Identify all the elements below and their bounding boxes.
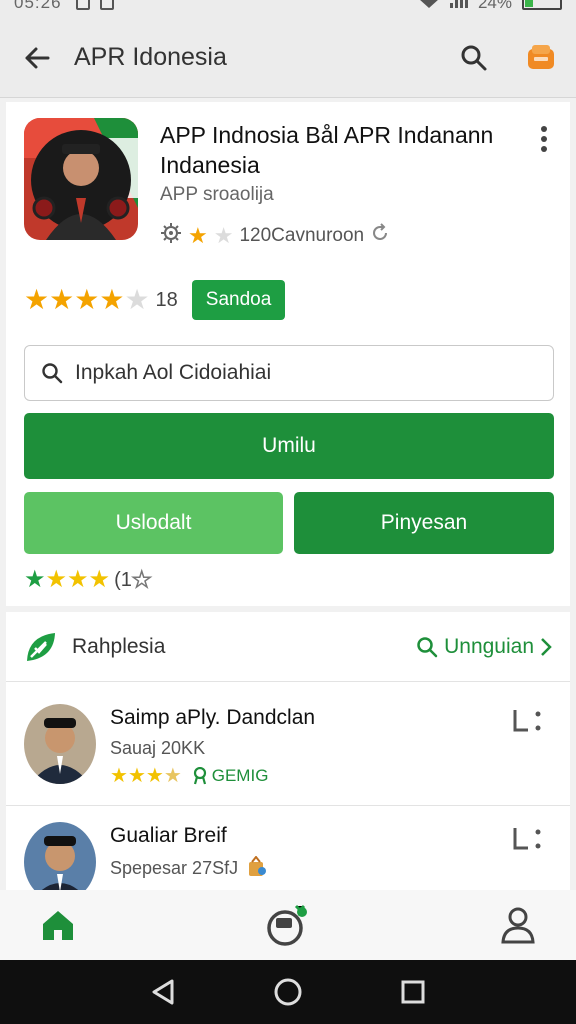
star-icon: ★: [88, 566, 111, 593]
refresh-icon: [370, 223, 390, 249]
chevron-right-icon: [541, 637, 552, 656]
triangle-back-icon: [152, 979, 174, 1005]
circle-home-icon: [274, 978, 302, 1006]
search-icon: [417, 636, 438, 657]
star-half-icon: ★: [163, 765, 182, 787]
dot-icon: [541, 136, 547, 142]
star-icon: ★: [45, 566, 68, 593]
signal-icon: [449, 0, 468, 13]
status-bar: 05:26 24%: [0, 0, 576, 18]
star-icon: ★: [24, 566, 46, 593]
star-icon: ★: [127, 765, 146, 787]
app-title: APP Indnosia Bål APR Indanann Indanesia: [160, 122, 494, 178]
arrow-back-icon: [25, 47, 50, 68]
notification-icon: [99, 0, 114, 10]
system-home-button[interactable]: [266, 970, 310, 1014]
package-icon: [249, 855, 267, 876]
item-subtitle: Sauaj 20KK: [110, 738, 206, 758]
wifi-icon: [418, 0, 440, 13]
page-title: APR Idonesia: [74, 43, 227, 71]
square-recents-icon: [401, 980, 425, 1004]
more-options-button[interactable]: [532, 122, 556, 156]
meta-star: ★: [213, 223, 234, 248]
section-title: Rahplesia: [72, 634, 166, 658]
nav-profile[interactable]: [488, 895, 548, 955]
gear-icon: [160, 222, 182, 250]
home-icon: [43, 911, 73, 940]
star-icon: ★: [145, 765, 164, 787]
award-icon: [193, 767, 206, 785]
item-tag: GEMIG: [192, 766, 269, 786]
item-action-button[interactable]: [512, 708, 548, 734]
item-name: Saimp aPly. Dandclan: [110, 706, 316, 729]
notification-icon: [75, 0, 90, 10]
star-outline-icon[interactable]: ★: [131, 567, 152, 593]
item-action-button[interactable]: [512, 826, 548, 852]
search-input[interactable]: Inpkah Aol Cidoiahiai: [24, 345, 554, 401]
store-icon: [528, 44, 554, 69]
nav-home[interactable]: [28, 895, 88, 955]
primary-button[interactable]: Umilu: [24, 413, 554, 479]
star-icon: ★: [74, 284, 100, 315]
system-navigation: [0, 960, 576, 1024]
rating-count: 18: [155, 288, 178, 311]
system-back-button[interactable]: [141, 970, 185, 1014]
status-time: 05:26: [14, 0, 62, 12]
dot-icon: [541, 126, 547, 132]
secondary-rating: ★ ★ ★ ★ (1 ★: [24, 566, 152, 593]
app-detail-card: APP Indnosia Bål APR Indanann Indanesia …: [6, 102, 570, 606]
star-icon: ★: [24, 284, 50, 315]
app-meta: ★ ★ 120Cavnuroon: [160, 222, 390, 250]
avatar: [24, 704, 96, 784]
star-icon: ★: [99, 284, 125, 315]
search-icon: [42, 363, 63, 384]
search-icon: [461, 45, 487, 70]
secondary-button[interactable]: Uslodalt: [24, 492, 283, 554]
leaf-icon: [27, 632, 55, 661]
nav-games[interactable]: [258, 895, 318, 955]
battery-percent: 24%: [477, 0, 512, 12]
back-button[interactable]: [0, 18, 74, 98]
related-apps-card: Rahplesia Unnguian Saimp aPly. Dandclan …: [6, 612, 570, 902]
dot-icon: [541, 146, 547, 152]
store-button[interactable]: [506, 18, 576, 98]
item-subtitle: Spepesar 27SfJ: [110, 855, 267, 879]
search-input-value: Inpkah Aol Cidoiahiai: [75, 361, 272, 384]
install-icon: [513, 828, 541, 850]
section-header: Rahplesia Unnguian: [6, 612, 570, 682]
games-icon: [267, 904, 307, 946]
item-name: Gualiar Breif: [110, 824, 227, 847]
app-logo-icon: [24, 118, 138, 240]
tertiary-button[interactable]: Pinyesan: [294, 492, 554, 554]
see-more-label: Unnguian: [444, 634, 534, 658]
app-developer: APP sroaolija: [160, 184, 274, 205]
item-subtitle-text: Spepesar 27SfJ: [110, 858, 239, 878]
system-recents-button[interactable]: [391, 970, 435, 1014]
app-icon[interactable]: [24, 118, 138, 240]
star-icon: ★: [124, 284, 150, 315]
list-item[interactable]: Gualiar Breif Spepesar 27SfJ: [6, 806, 570, 902]
star-icon: ★: [67, 566, 89, 593]
item-rating: ★ ★ ★ ★ GEMIG: [110, 766, 268, 786]
list-item[interactable]: Saimp aPly. Dandclan Sauaj 20KK ★ ★ ★ ★ …: [6, 682, 570, 806]
install-icon: [513, 710, 541, 732]
bottom-navigation: [0, 890, 576, 960]
see-more-link[interactable]: Unnguian: [416, 635, 552, 659]
status-badge[interactable]: Sandoa: [191, 280, 286, 320]
meta-text: 120Cavnuroon: [239, 225, 365, 246]
app-rating: ★ ★ ★ ★ ★ 18 Sandoa: [24, 280, 286, 320]
profile-icon: [501, 907, 535, 944]
item-tag-label: GEMIG: [211, 766, 269, 785]
secondary-rating-text: (1: [114, 568, 132, 591]
star-rating: ★ ★ ★ ★ ★: [24, 286, 150, 314]
battery-icon: [522, 0, 562, 10]
app-bar: APR Idonesia: [0, 18, 576, 98]
search-button[interactable]: [442, 18, 506, 98]
star-icon: ★: [110, 765, 128, 787]
star-icon: ★: [49, 284, 75, 315]
meta-star: ★: [188, 223, 208, 248]
